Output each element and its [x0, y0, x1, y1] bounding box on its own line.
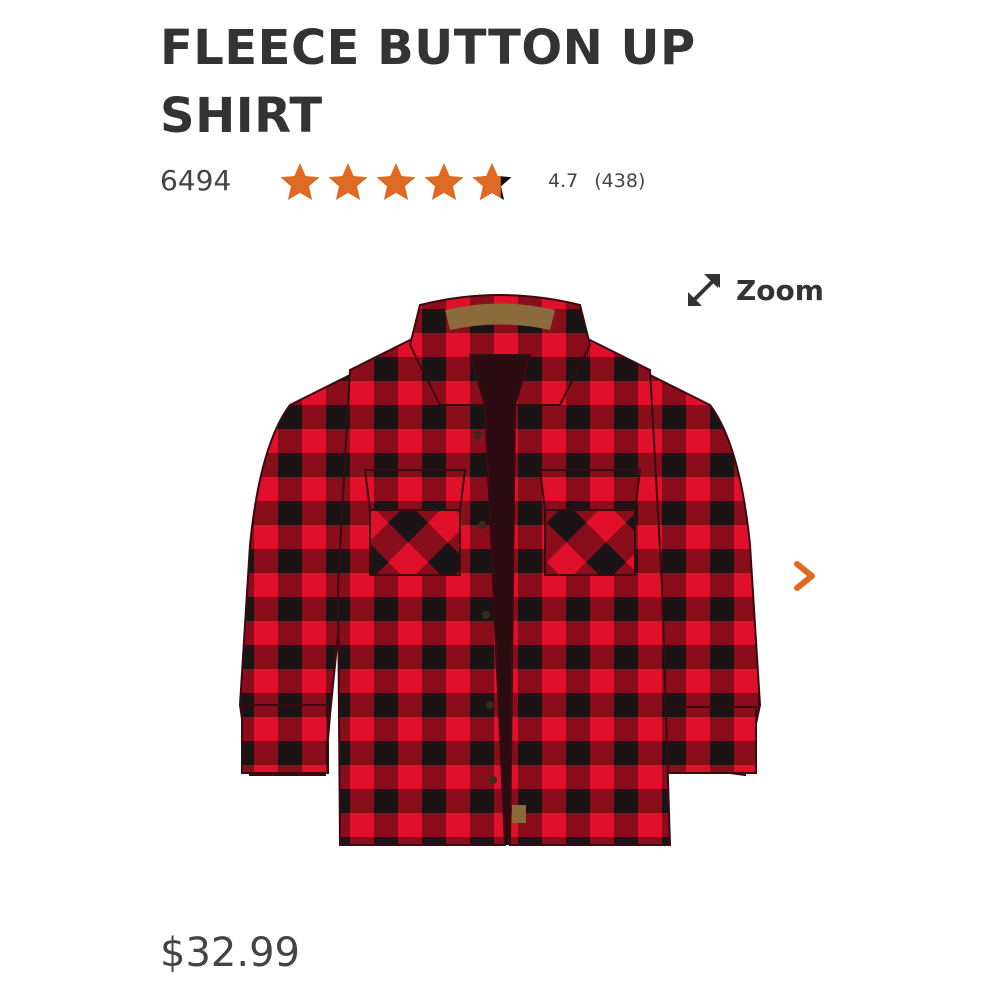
review-count: (438): [594, 170, 646, 192]
product-image[interactable]: [230, 285, 770, 875]
star-icon: [328, 163, 368, 200]
product-title: FLEECE BUTTON UP SHIRT: [160, 20, 696, 144]
rating-value: 4.7: [548, 170, 579, 192]
item-number: 6494: [160, 164, 232, 197]
star-icon: [376, 163, 416, 200]
star-icon: [280, 163, 320, 200]
rating-summary[interactable]: 4.7 (438): [548, 170, 645, 192]
price: $32.99: [160, 930, 300, 976]
chevron-right-icon[interactable]: [788, 556, 822, 596]
partial-star-icon: [472, 163, 512, 200]
star-rating[interactable]: [276, 160, 516, 204]
star-icon: [424, 163, 464, 200]
